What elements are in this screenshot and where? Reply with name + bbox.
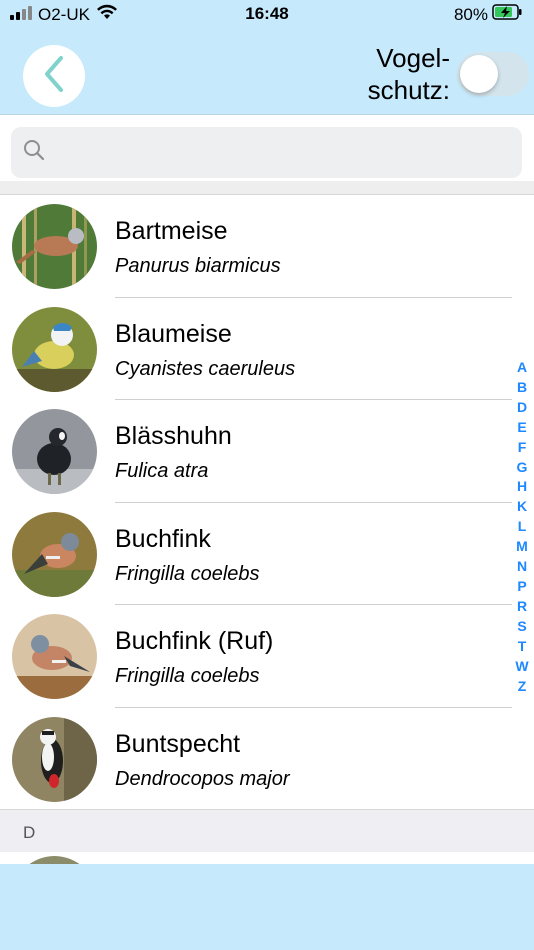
- index-letter[interactable]: B: [517, 378, 527, 398]
- back-button[interactable]: [23, 45, 85, 107]
- index-letter[interactable]: R: [517, 597, 527, 617]
- bird-latin-name: Dendrocopos major: [115, 767, 290, 790]
- bird-latin-name: Cyanistes caeruleus: [115, 357, 296, 380]
- section-header: D: [0, 809, 534, 853]
- toggle-label-line2: schutz:: [367, 75, 450, 105]
- list-item[interactable]: Blaumeise Cyanistes caeruleus: [0, 298, 534, 400]
- bird-list: Bartmeise Panurus biarmicus Blaumeise Cy…: [0, 195, 534, 810]
- bird-latin-name: Fulica atra: [115, 460, 209, 482]
- bird-name: Blässhuhn: [115, 422, 232, 450]
- search-input[interactable]: [55, 141, 522, 164]
- index-letter[interactable]: T: [518, 637, 527, 657]
- nav-header: Vogel- schutz:: [0, 30, 534, 115]
- index-letter[interactable]: E: [517, 418, 526, 438]
- bird-photo-buchfink-ruf: [12, 614, 97, 699]
- index-letter[interactable]: W: [515, 657, 528, 677]
- status-right: 80%: [454, 4, 522, 25]
- bird-protection-label: Vogel- schutz:: [368, 42, 450, 106]
- bird-photo-bartmeise: [12, 204, 97, 289]
- search-area: [0, 115, 534, 181]
- index-letter[interactable]: Z: [518, 677, 527, 697]
- bird-name: Buntspecht: [115, 729, 241, 758]
- battery-percent: 80%: [453, 4, 488, 24]
- bird-name: Buchfink: [115, 524, 211, 553]
- bird-photo-blaesshuhn: [12, 409, 97, 494]
- partial-list-item[interactable]: [0, 852, 534, 864]
- index-letter[interactable]: H: [517, 477, 527, 497]
- list-top-separator: [0, 181, 534, 195]
- bird-photo-buchfink: [12, 511, 97, 597]
- list-item[interactable]: Bartmeise Panurus biarmicus: [0, 195, 534, 298]
- bird-photo-blaumeise: [12, 306, 97, 392]
- index-letter[interactable]: G: [517, 458, 528, 478]
- bottom-bar: [0, 864, 534, 950]
- list-item[interactable]: Buntspecht Dendrocopos major: [0, 708, 534, 811]
- search-box[interactable]: [11, 127, 522, 178]
- toggle-knob: [460, 55, 498, 93]
- section-letter: D: [23, 823, 36, 842]
- list-item[interactable]: Blässhuhn Fulica atra: [0, 400, 534, 503]
- bird-latin-name: Panurus biarmicus: [115, 255, 281, 277]
- bird-name: Bartmeise: [115, 217, 228, 245]
- index-letter[interactable]: N: [517, 557, 527, 577]
- bird-name: Blaumeise: [115, 319, 232, 348]
- battery-charging-icon: [492, 4, 522, 25]
- index-letter[interactable]: S: [517, 617, 526, 637]
- index-letter[interactable]: K: [517, 497, 527, 517]
- list-item[interactable]: Buchfink (Ruf) Fringilla coelebs: [0, 605, 534, 708]
- chevron-left-icon: [41, 54, 67, 99]
- search-icon: [23, 139, 45, 166]
- index-letter[interactable]: D: [517, 398, 527, 418]
- bird-latin-name: Fringilla coelebs: [115, 562, 260, 585]
- toggle-label-line1: Vogel-: [376, 43, 450, 73]
- bird-photo-buntspecht: [12, 716, 97, 802]
- alphabet-index[interactable]: A B D E F G H K L M N P R S T W Z: [512, 358, 532, 696]
- bird-name: Buchfink (Ruf): [115, 627, 274, 655]
- bird-latin-name: Fringilla coelebs: [115, 665, 260, 687]
- index-letter[interactable]: L: [518, 517, 527, 537]
- index-letter[interactable]: P: [517, 577, 526, 597]
- status-bar: O2-UK 16:48 80%: [0, 0, 534, 30]
- index-letter[interactable]: M: [516, 537, 528, 557]
- index-letter[interactable]: F: [518, 438, 527, 458]
- bird-protection-toggle[interactable]: [457, 52, 529, 96]
- list-item[interactable]: Buchfink Fringilla coelebs: [0, 503, 534, 605]
- index-letter[interactable]: A: [517, 358, 527, 378]
- bird-photo-partial: [12, 856, 97, 864]
